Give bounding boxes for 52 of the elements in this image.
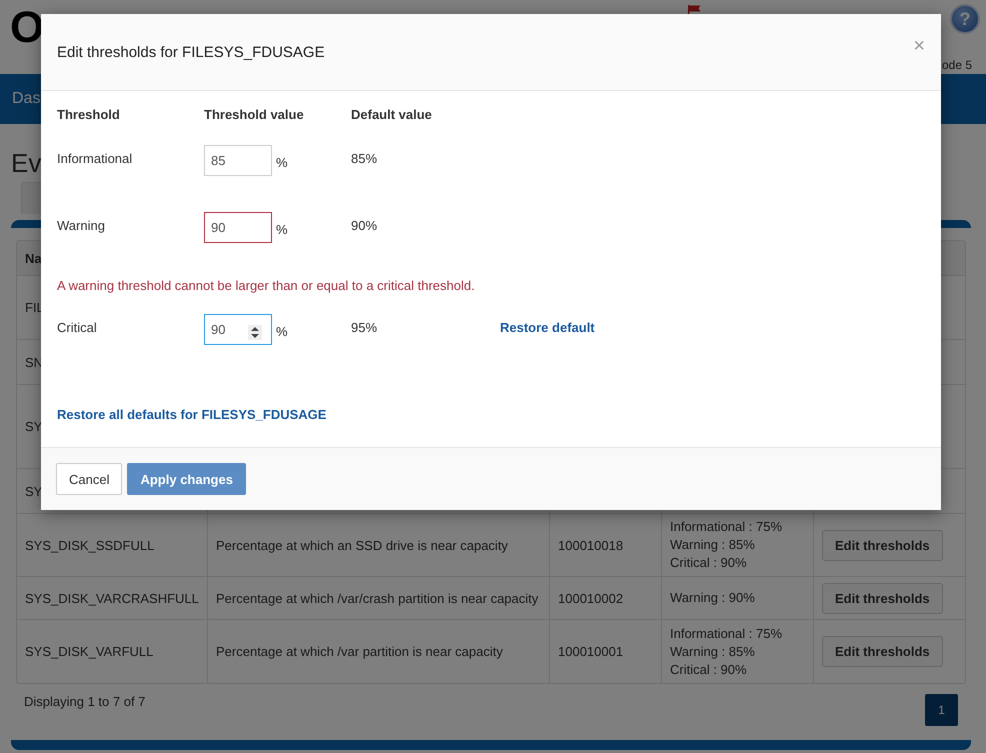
error-message: A warning threshold cannot be larger than or equal to a critical threshold.	[57, 278, 476, 293]
cancel-button[interactable]: Cancel	[56, 463, 122, 495]
edit-thresholds-button[interactable]: Edit thresholds	[822, 582, 943, 614]
table-cell: FIL	[25, 300, 44, 315]
restore-default-link[interactable]: Restore default	[500, 320, 595, 335]
column-header: Na	[25, 250, 42, 266]
threshold-text: Critical : 90%	[670, 660, 748, 678]
threshold-input[interactable]: 90	[204, 212, 272, 243]
table-cell: SY	[25, 484, 42, 498]
unit-label: %	[276, 155, 288, 170]
page-button[interactable]: 1	[925, 694, 958, 726]
dialog-title: Edit thresholds for FILESYS_FDUSAGE	[57, 44, 325, 60]
threshold-input[interactable]: 85	[204, 145, 272, 176]
table-cell: 100010001	[549, 620, 661, 683]
edit-thresholds-button[interactable]: Edit thresholds	[822, 636, 943, 667]
close-button[interactable]: ×	[913, 34, 925, 70]
spinner-icon[interactable]	[248, 325, 262, 340]
table-cell: SYS_DISK_SSDFULL	[25, 538, 154, 552]
column-header: Default value	[351, 107, 433, 122]
threshold-label: Critical	[57, 320, 98, 337]
threshold-text: Informational : 75%	[670, 624, 782, 642]
table-cell: SYS_DISK_VARFULL	[25, 644, 154, 659]
table-cell: Percentage at which an SSD drive is near capacity	[207, 514, 549, 576]
restore-all-link[interactable]: Restore all defaults for FILESYS_FDUSAGE	[57, 407, 326, 422]
column-header: Threshold value	[204, 107, 305, 122]
table-cell: Percentage at which /var partition is near capacity	[207, 620, 549, 683]
results-summary: Displaying 1 to 7 of 7	[24, 694, 146, 709]
column-header: Threshold	[57, 107, 121, 122]
edit-thresholds-button[interactable]: Edit thresholds	[822, 530, 943, 560]
table-cell: 100010002	[549, 577, 661, 619]
nav-item[interactable]: Das	[12, 90, 40, 108]
threshold-text: Warning : 85%	[670, 536, 756, 554]
threshold-label: Warning	[57, 218, 106, 235]
table-cell: SY	[25, 419, 42, 434]
page-title: Ev	[11, 148, 42, 178]
logo: O	[10, 6, 44, 50]
threshold-text: Warning : 90%	[670, 589, 755, 607]
table-cell: SYS_DISK_VARCRASHFULL	[25, 590, 199, 606]
threshold-label: Informational	[57, 151, 134, 168]
apply-button[interactable]: Apply changes	[127, 463, 246, 495]
default-value: 90%	[351, 218, 378, 235]
threshold-text: Warning : 85%	[670, 642, 756, 660]
threshold-input[interactable]: 90	[204, 314, 272, 345]
unit-label: %	[276, 222, 288, 237]
user-info: ode 5	[942, 58, 972, 72]
table-cell: 100010018	[549, 514, 661, 576]
unit-label: %	[276, 324, 288, 339]
threshold-text: Informational : 75%	[670, 518, 782, 536]
default-value: 95%	[351, 320, 378, 337]
threshold-text: Critical : 90%	[670, 554, 748, 572]
default-value: 85%	[351, 151, 378, 168]
table-cell: Percentage at which /var/crash partition is near capacity	[207, 577, 549, 619]
